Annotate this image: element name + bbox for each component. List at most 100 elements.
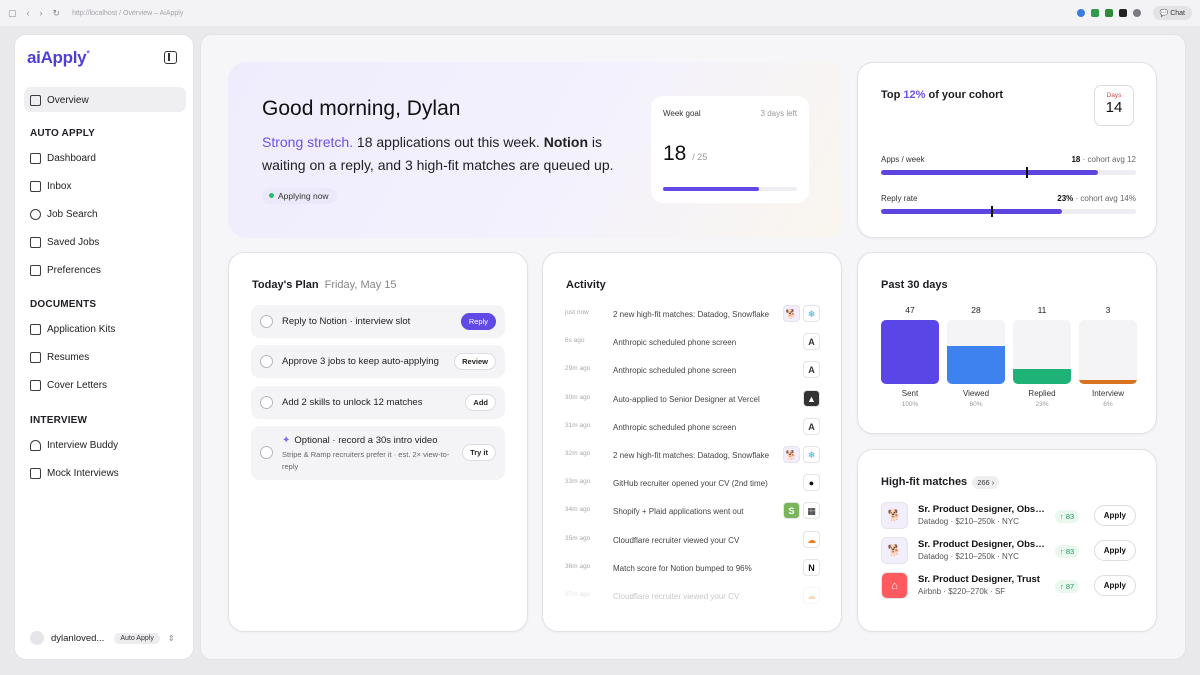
datadog-logo-icon: 🐕: [881, 502, 908, 529]
sidebar-item-preferences[interactable]: Preferences: [30, 260, 101, 280]
extension-icon[interactable]: [1090, 9, 1099, 17]
todays-plan-card: Today's Plan Friday, May 15 Reply to Noti…: [228, 252, 528, 632]
archive-icon: [30, 323, 41, 335]
sidebar-item-dashboard[interactable]: Dashboard: [30, 148, 96, 168]
sidebar-toggle-icon[interactable]: ▢: [8, 8, 17, 19]
activity-item: 29m ago Anthropic scheduled phone screen A: [565, 361, 820, 393]
stat-value: 28: [971, 305, 981, 315]
sidebar-item-label: Preferences: [47, 264, 101, 276]
apply-button[interactable]: Apply: [1093, 540, 1136, 561]
activity-text: Auto-applied to Senior Designer at Verce…: [613, 394, 760, 404]
activity-item: 31m ago Anthropic scheduled phone screen A: [565, 417, 820, 450]
metric-number: 23%: [1057, 194, 1074, 203]
review-button[interactable]: Review: [454, 353, 496, 370]
goal-remaining: 3 days left: [760, 109, 797, 118]
activity-time: 34m ago: [565, 506, 591, 514]
goal-label: Week goal: [663, 109, 701, 118]
task-text: Add 2 skills to unlock 12 matches: [282, 397, 423, 408]
sidebar-item-label: Cover Letters: [47, 379, 108, 391]
task-item[interactable]: ✦ Optional · record a 30s intro video Str…: [251, 426, 505, 480]
activity-text: GitHub recruiter opened your CV (2nd tim…: [613, 479, 768, 489]
matches-title[interactable]: High-fit matches 266 ›: [881, 476, 1000, 489]
task-text: ✦ Optional · record a 30s intro video: [282, 435, 438, 446]
sidebar-item-job-search[interactable]: Job Search: [30, 204, 98, 224]
cohort-marker: [990, 206, 993, 217]
task-checkbox[interactable]: [260, 355, 273, 368]
extension-icon[interactable]: [1076, 9, 1085, 17]
reload-icon[interactable]: ↻: [53, 8, 61, 19]
forward-icon[interactable]: ›: [40, 8, 43, 18]
mail-icon: [30, 180, 41, 192]
app-logo[interactable]: aiApply*: [27, 48, 90, 68]
activity-title: Activity: [566, 279, 606, 291]
stat-bar-track: [947, 320, 1005, 384]
stat-bar-fill: [1013, 369, 1071, 384]
past30-title: Past 30 days: [881, 279, 948, 291]
sidebar-item-overview[interactable]: Overview: [30, 90, 89, 110]
sidebar-item-saved-jobs[interactable]: Saved Jobs: [30, 232, 99, 252]
collapse-sidebar-icon[interactable]: [164, 51, 177, 64]
sidebar-item-label: Mock Interviews: [47, 467, 119, 479]
plan-date: Friday, May 15: [324, 279, 397, 291]
activity-item: 33m ago GitHub recruiter opened your CV (…: [565, 474, 820, 506]
notion-logo-icon: N: [803, 558, 820, 576]
match-title: Sr. Product Designer, Observability: [918, 504, 1048, 515]
avatar: [30, 631, 44, 645]
airbnb-logo-icon: ⌂: [881, 572, 908, 599]
sidebar-item-label: Job Search: [47, 208, 98, 220]
stat-percent: 60%: [969, 401, 983, 408]
datadog-logo-icon: 🐕: [881, 537, 908, 564]
add-button[interactable]: Add: [465, 394, 496, 411]
match-item[interactable]: 🐕 Sr. Product Designer, Observability Data…: [881, 502, 1136, 532]
url-bar[interactable]: http://localhost / Overview – AiApply: [72, 10, 1076, 17]
task-item[interactable]: Add 2 skills to unlock 12 matches Add: [251, 386, 505, 419]
task-subtext: Stripe & Ramp recruiters prefer it · est…: [282, 450, 450, 471]
reply-button[interactable]: Reply: [460, 313, 496, 330]
days-streak-badge: Days 14: [1094, 85, 1134, 126]
activity-time: 35m ago: [565, 534, 591, 542]
match-item[interactable]: 🐕 Sr. Product Designer, Observability Data…: [881, 537, 1136, 567]
task-checkbox[interactable]: [260, 315, 273, 328]
stat-value: 3: [1105, 305, 1111, 315]
anthropic-logo-icon: A: [803, 333, 820, 351]
activity-text: Anthropic scheduled phone screen: [613, 422, 737, 432]
task-text: Reply to Notion · interview slot: [282, 316, 411, 327]
sidebar-item-resumes[interactable]: Resumes: [30, 347, 89, 367]
sidebar-item-interview-buddy[interactable]: Interview Buddy: [30, 435, 118, 455]
task-checkbox[interactable]: [260, 396, 273, 409]
extension-icon[interactable]: [1104, 9, 1113, 17]
stat-label: Sent: [901, 389, 919, 398]
match-item[interactable]: ⌂ Sr. Product Designer, Trust Airbnb · $22…: [881, 572, 1136, 602]
chevron-up-down-icon: ⇕: [167, 633, 175, 643]
sidebar-item-inbox[interactable]: Inbox: [30, 176, 71, 196]
matches-title-text: High-fit matches: [881, 476, 968, 488]
activity-time: 32m ago: [565, 450, 591, 457]
apply-button[interactable]: Apply: [1093, 505, 1136, 526]
apply-button[interactable]: Apply: [1093, 575, 1136, 596]
stat-label: Viewed: [962, 389, 990, 398]
summary-company: Notion: [543, 134, 589, 150]
task-item[interactable]: Approve 3 jobs to keep auto-applying Rev…: [251, 345, 505, 378]
extension-icon[interactable]: [1118, 9, 1127, 17]
profile-icon[interactable]: [1132, 9, 1141, 17]
chat-button[interactable]: 💬 Chat: [1152, 6, 1192, 20]
task-item[interactable]: Reply to Notion · interview slot Reply: [251, 305, 505, 338]
match-score-badge: ↑ 83: [1055, 510, 1080, 523]
chat-bubble-icon: [30, 467, 41, 479]
sidebar-item-mock-interviews[interactable]: Mock Interviews: [30, 463, 119, 483]
goal-progress-bar: [663, 187, 797, 191]
matches-count-value: 266: [977, 478, 990, 487]
sparkle-icon: ✦: [282, 435, 291, 446]
sidebar-item-cover-letters[interactable]: Cover Letters: [30, 375, 107, 395]
summary-text: 18 applications out this week.: [353, 134, 544, 150]
user-menu[interactable]: dylanloved... Auto Apply ⇕: [30, 631, 180, 645]
sidebar-item-application-kits[interactable]: Application Kits: [30, 319, 115, 339]
stat-percent: 6%: [1103, 401, 1113, 408]
try-it-button[interactable]: Try it: [462, 444, 496, 461]
activity-time: 36m ago: [565, 562, 591, 570]
task-checkbox[interactable]: [260, 446, 273, 459]
stat-percent: 23%: [1035, 401, 1049, 408]
activity-item: 37m ago Cloudflare recruiter viewed your …: [565, 587, 820, 619]
logo-text: aiApply: [27, 48, 87, 67]
back-icon[interactable]: ‹: [27, 8, 30, 18]
